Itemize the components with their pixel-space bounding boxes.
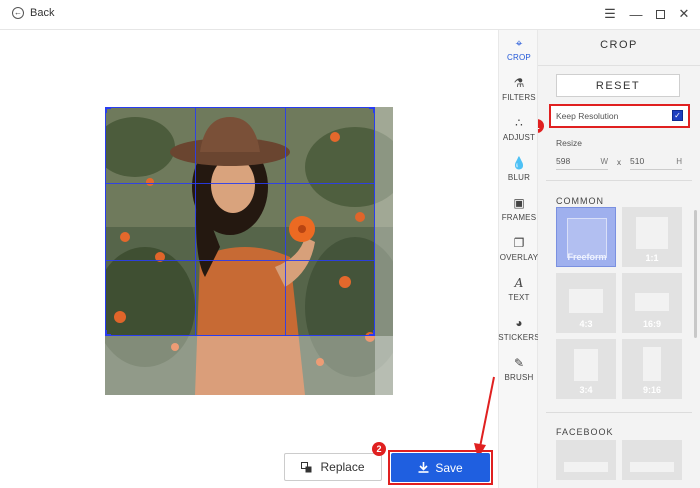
tool-text[interactable]: A TEXT: [499, 276, 539, 312]
preset-facebook-2[interactable]: [622, 440, 682, 480]
crop-grid-line-h1: [106, 183, 374, 184]
keep-resolution-row: Keep Resolution ✓: [549, 104, 690, 128]
crop-grid-line-v1: [195, 108, 196, 335]
download-icon: [418, 462, 429, 473]
tool-blur[interactable]: 💧 BLUR: [499, 156, 539, 192]
preset-3-4[interactable]: 3:4: [556, 339, 616, 399]
overlay-icon: ❐: [513, 236, 525, 250]
minimize-icon[interactable]: —: [628, 6, 644, 22]
divider: [538, 65, 700, 66]
tool-brush[interactable]: ✎ BRUSH: [499, 356, 539, 392]
width-unit: W: [600, 157, 608, 166]
droplet-icon: 💧: [511, 156, 527, 170]
photo-preview: [105, 107, 393, 395]
crop-icon: ⌖: [515, 35, 523, 50]
flask-icon: ⚗: [513, 76, 525, 90]
crop-grid-line-h2: [106, 260, 374, 261]
crop-frame[interactable]: [105, 107, 375, 336]
height-field[interactable]: 510 H: [630, 154, 682, 170]
keep-resolution-label: Keep Resolution: [556, 111, 619, 121]
frame-icon: ▣: [513, 196, 525, 210]
preset-shape: [643, 347, 661, 381]
height-value: 510: [630, 156, 645, 166]
tool-adjust[interactable]: ∴ ADJUST: [499, 116, 539, 152]
back-button[interactable]: ← Back: [12, 7, 54, 19]
crop-panel: CROP RESET Keep Resolution ✓ 1 Resize 59…: [538, 30, 700, 488]
dimension-separator: x: [617, 158, 621, 167]
facebook-section-label: FACEBOOK: [556, 427, 614, 437]
back-arrow-icon: ←: [12, 7, 24, 19]
crop-handle-top-right[interactable]: [369, 107, 375, 113]
sticker-icon: ◕: [515, 316, 523, 330]
save-button[interactable]: Save: [391, 453, 490, 482]
width-field[interactable]: 598 W: [556, 154, 608, 170]
crop-handle-top-left[interactable]: [105, 107, 111, 113]
preset-1-1[interactable]: 1:1: [622, 207, 682, 267]
tool-crop[interactable]: ⌖ CROP: [499, 36, 539, 72]
preset-facebook-1[interactable]: [556, 440, 616, 480]
tool-rail: ⌖ CROP ⚗ FILTERS ∴ ADJUST 💧 BLUR ▣ FRAME…: [498, 30, 540, 488]
title-bar: ← Back ☰ — ✕: [0, 0, 700, 30]
replace-button[interactable]: Replace: [284, 453, 382, 481]
reset-button[interactable]: RESET: [556, 74, 680, 97]
preset-16-9[interactable]: 16:9: [622, 273, 682, 333]
tool-frames[interactable]: ▣ FRAMES: [499, 196, 539, 232]
hamburger-menu-icon[interactable]: ☰: [602, 6, 618, 22]
resize-label: Resize: [556, 138, 582, 148]
replace-label: Replace: [320, 460, 365, 474]
step-1-badge: 1: [538, 119, 544, 133]
crop-grid-line-v2: [285, 108, 286, 335]
adjust-icon: ∴: [515, 116, 523, 130]
keep-resolution-checkbox[interactable]: ✓: [672, 110, 683, 121]
common-section-label: COMMON: [556, 196, 604, 206]
maximize-icon[interactable]: [652, 6, 668, 22]
divider: [546, 180, 692, 181]
canvas-area: [0, 30, 498, 488]
width-value: 598: [556, 156, 571, 166]
preset-9-16[interactable]: 9:16: [622, 339, 682, 399]
step-2-badge: 2: [372, 442, 386, 456]
tool-stickers[interactable]: ◕ STICKERS: [498, 316, 539, 352]
panel-scrollbar[interactable]: [694, 210, 697, 338]
crop-handle-bottom-left[interactable]: [105, 330, 111, 336]
tool-filters[interactable]: ⚗ FILTERS: [499, 76, 539, 112]
back-label: Back: [30, 7, 55, 19]
tool-overlay[interactable]: ❐ OVERLAY: [499, 236, 539, 272]
preset-shape: [574, 349, 598, 381]
photo-editor-window: ← Back ☰ — ✕ Replace Save 2 ⌖ CROP ⚗ FIL…: [0, 0, 700, 488]
close-icon[interactable]: ✕: [676, 6, 692, 22]
divider: [546, 412, 692, 413]
brush-icon: ✎: [513, 356, 525, 370]
save-label: Save: [435, 460, 463, 475]
preset-shape: [636, 217, 668, 249]
height-unit: H: [676, 157, 682, 166]
replace-icon: [301, 461, 312, 472]
panel-title: CROP: [600, 39, 638, 51]
preset-4-3[interactable]: 4:3: [556, 273, 616, 333]
crop-dim-overlay-bottom: [105, 336, 393, 395]
text-icon: A: [514, 276, 524, 290]
crop-handle-bottom-right[interactable]: [369, 330, 375, 336]
preset-freeform[interactable]: Freeform: [556, 207, 616, 267]
preset-shape: [569, 289, 603, 313]
preset-shape: [635, 293, 669, 311]
